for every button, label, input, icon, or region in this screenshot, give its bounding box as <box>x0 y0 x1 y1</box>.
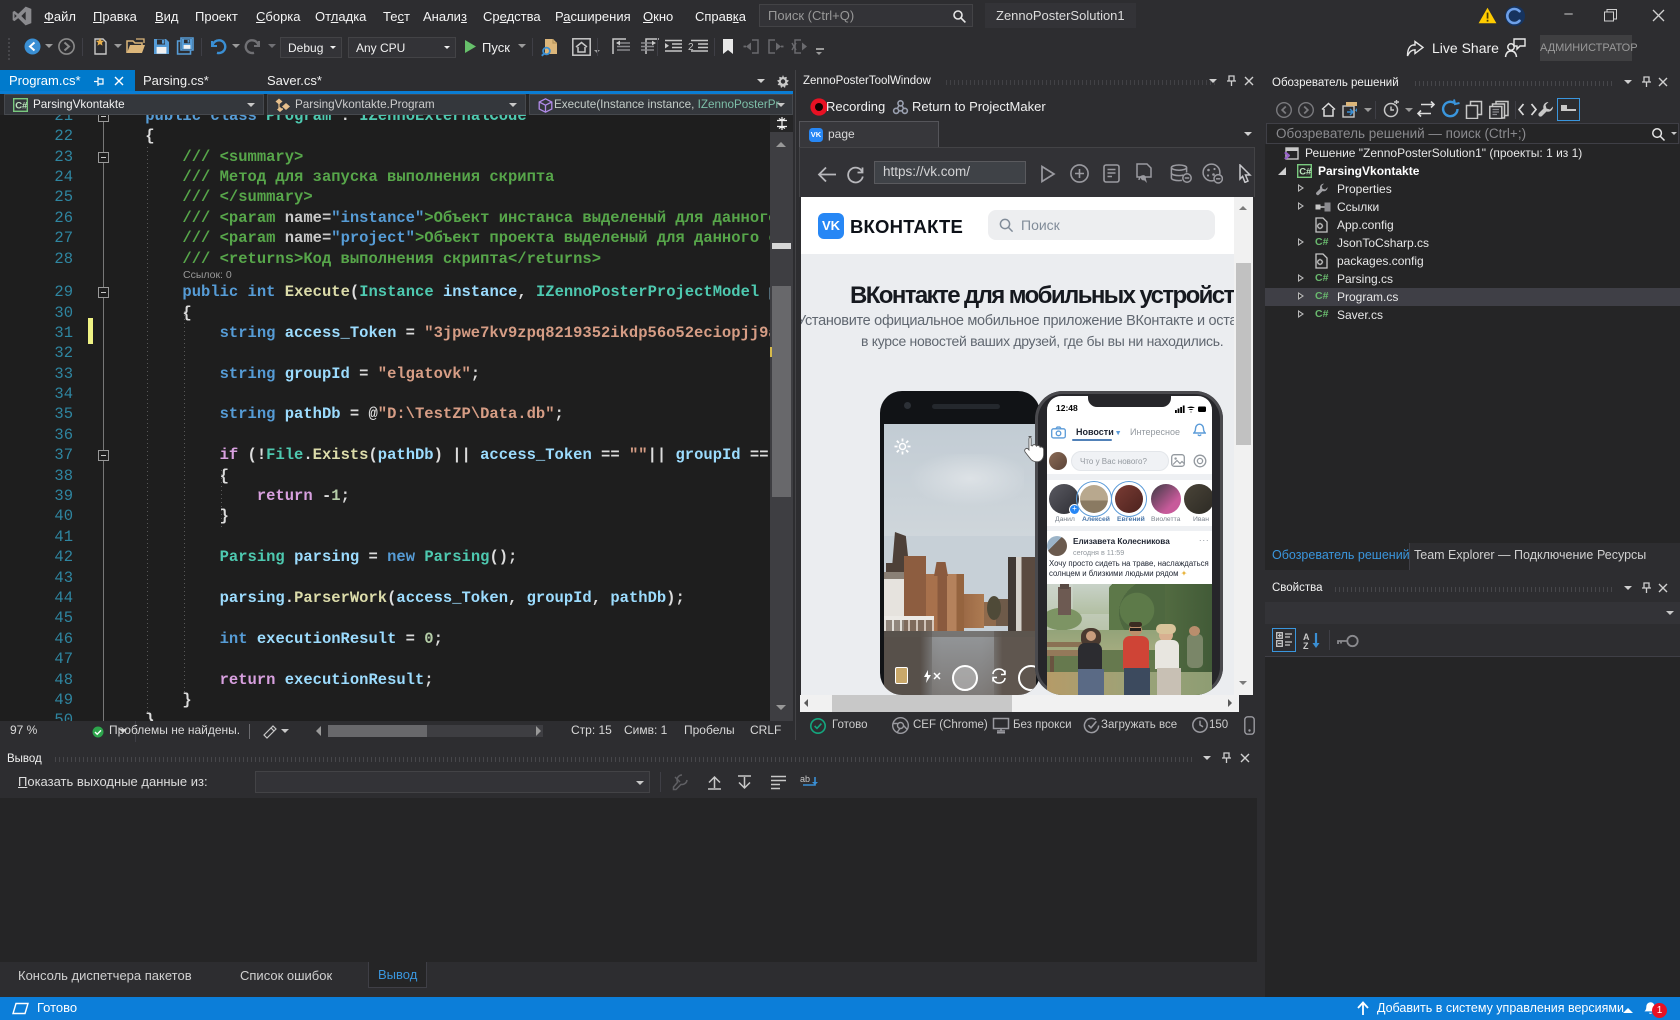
svg-text:2: 2 <box>688 42 694 53</box>
svg-text:ab: ab <box>800 774 810 784</box>
svg-text:Z: Z <box>1303 641 1309 650</box>
svg-text:C#: C# <box>15 101 28 112</box>
svg-text:C#: C# <box>1299 167 1312 178</box>
